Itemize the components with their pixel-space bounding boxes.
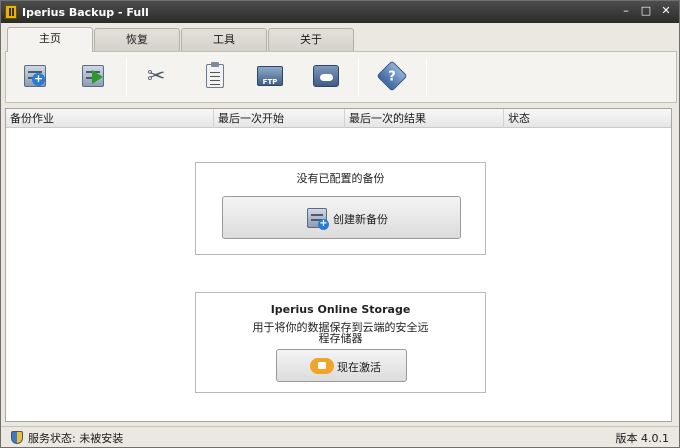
online-storage-panel: Iperius Online Storage 用于将你的数据保存到云端的安全远 … [195, 292, 486, 393]
tab-bar: 主页 恢复 工具 关于 [1, 23, 679, 52]
new-backup-icon: + [24, 65, 46, 87]
service-status: 服务状态: 未被安装 [28, 432, 124, 445]
cloud-icon [313, 65, 339, 87]
window-title: Iperius Backup - Full [22, 5, 149, 19]
activate-now-button[interactable]: 现在激活 [276, 349, 407, 382]
create-backup-button[interactable]: + 创建新备份 [222, 196, 461, 239]
logs-button[interactable] [200, 62, 230, 92]
new-backup-icon: + [307, 208, 329, 230]
toolbar-separator [126, 58, 127, 96]
tab-tools[interactable]: 工具 [181, 28, 267, 52]
no-backup-message: 没有已配置的备份 [296, 172, 385, 185]
close-button[interactable]: ✕ [657, 4, 675, 19]
tab-restore[interactable]: 恢复 [94, 28, 180, 52]
app-logo-icon [5, 5, 17, 19]
column-header: 备份作业 最后一次开始 最后一次的结果 状态 [6, 109, 671, 128]
no-backup-panel: 没有已配置的备份 + 创建新备份 [195, 162, 486, 255]
toolbar-separator [358, 58, 359, 96]
backup-jobs-panel: 备份作业 最后一次开始 最后一次的结果 状态 没有已配置的备份 + 创建新备份 … [5, 108, 672, 422]
help-button[interactable]: ? [376, 60, 408, 92]
tools-icon: ✂ [147, 64, 166, 89]
version-label: 版本 4.0.1 [615, 432, 670, 445]
maximize-button[interactable]: □ [637, 4, 655, 19]
column-last-result[interactable]: 最后一次的结果 [345, 109, 504, 128]
shield-icon [11, 431, 23, 444]
minimize-button[interactable]: – [617, 4, 635, 19]
column-status[interactable]: 状态 [504, 109, 671, 128]
status-bar: 服务状态: 未被安装 版本 4.0.1 [1, 426, 679, 447]
column-last-start[interactable]: 最后一次开始 [214, 109, 345, 128]
tab-home[interactable]: 主页 [7, 27, 93, 52]
help-icon: ? [376, 60, 408, 92]
online-storage-title: Iperius Online Storage [270, 303, 411, 316]
tab-about[interactable]: 关于 [268, 28, 354, 52]
run-backup-button[interactable] [80, 62, 110, 92]
ftp-icon: FTP [257, 66, 283, 86]
lock-cloud-icon [310, 358, 334, 374]
window-controls: – □ ✕ [617, 4, 675, 19]
toolbar: + ✂ FTP ? [5, 51, 677, 103]
cloud-button[interactable] [312, 62, 342, 92]
app-window: Iperius Backup - Full – □ ✕ 主页 恢复 工具 关于 … [0, 0, 680, 448]
ftp-button[interactable]: FTP [256, 62, 286, 92]
activate-now-label: 现在激活 [337, 361, 381, 374]
tools-button[interactable]: ✂ [144, 62, 174, 92]
create-backup-label: 创建新备份 [333, 213, 388, 226]
column-backup-job[interactable]: 备份作业 [6, 109, 214, 128]
new-backup-button[interactable]: + [22, 62, 52, 92]
toolbar-separator [426, 58, 427, 96]
title-bar[interactable]: Iperius Backup - Full – □ ✕ [1, 1, 679, 23]
run-backup-icon [82, 65, 104, 87]
clipboard-icon [206, 62, 224, 88]
online-storage-desc-line2: 程存储器 [318, 332, 363, 345]
